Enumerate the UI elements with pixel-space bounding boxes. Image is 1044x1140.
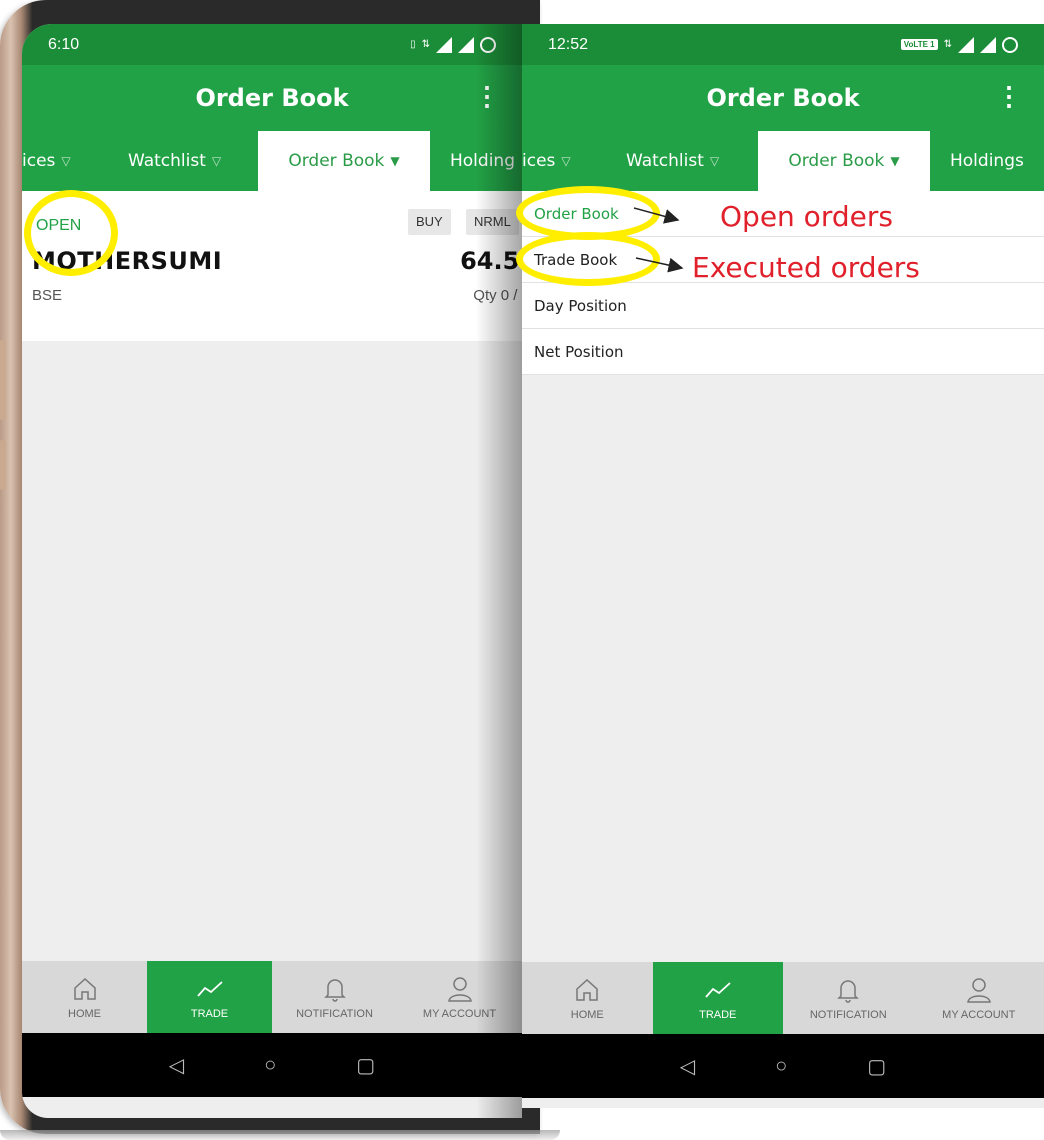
bottom-nav: HOME TRADE NOTIFICATION MY ACCOUNT	[522, 962, 1044, 1034]
home-icon	[72, 974, 98, 1004]
signal-icon	[980, 37, 996, 53]
app-bar: Order Book ⋮	[22, 65, 522, 131]
nav-label: HOME	[68, 1008, 101, 1020]
tab-label: ices	[22, 151, 55, 171]
more-vert-icon[interactable]: ⋮	[996, 81, 1022, 112]
nav-my-account[interactable]: MY ACCOUNT	[914, 962, 1044, 1034]
nav-label: NOTIFICATION	[296, 1008, 373, 1020]
tab-label: Order Book	[288, 151, 384, 171]
home-circle-icon[interactable]: ○	[264, 1054, 276, 1077]
trade-chart-icon	[704, 975, 732, 1005]
triangle-down-icon: ▽	[710, 154, 719, 168]
home-circle-icon[interactable]: ○	[775, 1055, 787, 1078]
dropdown-item-net-position[interactable]: Net Position	[522, 329, 1044, 375]
nav-notification[interactable]: NOTIFICATION	[272, 961, 397, 1033]
nav-label: MY ACCOUNT	[942, 1009, 1015, 1021]
tab-prices[interactable]: ices ▽	[22, 131, 71, 191]
more-vert-icon[interactable]: ⋮	[474, 81, 500, 112]
tab-holdings[interactable]: Holdings	[950, 131, 1024, 191]
status-time: 12:52	[548, 36, 901, 54]
status-icons: ▯ ⇅	[410, 37, 496, 53]
tab-watchlist[interactable]: Watchlist ▽	[626, 131, 719, 191]
tab-label: Holding	[450, 151, 515, 171]
back-icon[interactable]: ◁	[169, 1053, 184, 1078]
nav-label: TRADE	[191, 1008, 228, 1020]
highlight-ring-trade-book	[516, 232, 660, 286]
side-button	[0, 440, 6, 490]
side-button	[0, 340, 6, 420]
nav-home[interactable]: HOME	[522, 962, 653, 1034]
triangle-down-icon: ▽	[61, 154, 70, 168]
signal-icon	[458, 37, 474, 53]
triangle-down-icon: ▼	[390, 154, 399, 168]
recents-icon[interactable]: ▢	[356, 1053, 375, 1078]
system-nav-bar: ◁ ○ ▢	[522, 1034, 1044, 1098]
app-title: Order Book	[706, 84, 859, 112]
tab-bar: ices ▽ Watchlist ▽ Order Book ▼ Holding	[22, 131, 522, 191]
nav-trade[interactable]: TRADE	[653, 962, 784, 1034]
status-bar: 6:10 ▯ ⇅	[22, 24, 522, 65]
trade-chart-icon	[196, 974, 224, 1004]
executed-orders-label: Executed orders	[692, 251, 920, 284]
recents-icon[interactable]: ▢	[867, 1054, 886, 1079]
highlight-ring-open-status	[24, 190, 118, 276]
status-icons: VoLTE 1 ⇅	[901, 37, 1018, 53]
dropdown-item-day-position[interactable]: Day Position	[522, 283, 1044, 329]
user-icon	[447, 974, 473, 1004]
nav-home[interactable]: HOME	[22, 961, 147, 1033]
data-arrows-icon: ⇅	[422, 39, 430, 50]
tab-order-book[interactable]: Order Book ▼	[258, 131, 430, 191]
home-icon	[574, 975, 600, 1005]
tab-order-book[interactable]: Order Book ▼	[758, 131, 930, 191]
signal-icon	[436, 37, 452, 53]
battery-icon	[480, 37, 496, 53]
tab-bar: ices ▽ Watchlist ▽ Order Book ▼ Holdings	[522, 131, 1044, 191]
app-title: Order Book	[195, 84, 348, 112]
signal-icon	[958, 37, 974, 53]
app-bar: Order Book ⋮	[522, 65, 1044, 131]
bell-icon	[323, 974, 347, 1004]
left-phone-screen: 6:10 ▯ ⇅ Order Book ⋮ ices ▽ Watchlist ▽ O…	[22, 24, 522, 1118]
order-exchange: BSE	[32, 287, 62, 304]
tab-label: Order Book	[788, 151, 884, 171]
tab-label: Watchlist	[626, 151, 704, 171]
status-bar: 12:52 VoLTE 1 ⇅	[522, 24, 1044, 65]
order-qty: Qty 0 / 1	[473, 287, 522, 304]
triangle-down-icon: ▽	[212, 154, 221, 168]
nav-trade[interactable]: TRADE	[147, 961, 272, 1033]
triangle-down-icon: ▽	[561, 154, 570, 168]
triangle-down-icon: ▼	[890, 154, 899, 168]
tab-label: Watchlist	[128, 151, 206, 171]
system-nav-bar: ◁ ○ ▢	[22, 1033, 522, 1097]
tab-prices[interactable]: ices ▽	[522, 131, 571, 191]
battery-icon	[1002, 37, 1018, 53]
nav-my-account[interactable]: MY ACCOUNT	[397, 961, 522, 1033]
tab-label: Holdings	[950, 151, 1024, 171]
nav-label: TRADE	[699, 1009, 736, 1021]
volte-badge: VoLTE 1	[901, 39, 938, 50]
order-price: 64.55	[460, 247, 522, 275]
data-arrows-icon: ⇅	[944, 39, 952, 50]
side-chip: BUY	[408, 209, 451, 235]
back-icon[interactable]: ◁	[680, 1054, 695, 1079]
composite-screenshot: 6:10 ▯ ⇅ Order Book ⋮ ices ▽ Watchlist ▽ O…	[0, 0, 1044, 1139]
status-time: 6:10	[48, 36, 410, 54]
nav-label: NOTIFICATION	[810, 1009, 887, 1021]
vibrate-icon: ▯	[410, 39, 416, 50]
tab-label: ices	[522, 151, 555, 171]
tab-holdings[interactable]: Holding	[450, 131, 515, 191]
user-icon	[966, 975, 992, 1005]
bottom-nav: HOME TRADE NOTIFICATION MY ACCOUNT	[22, 961, 522, 1033]
product-chip: NRML	[466, 209, 519, 235]
nav-notification[interactable]: NOTIFICATION	[783, 962, 914, 1034]
nav-label: MY ACCOUNT	[423, 1008, 496, 1020]
nav-label: HOME	[571, 1009, 604, 1021]
bell-icon	[836, 975, 860, 1005]
tab-watchlist[interactable]: Watchlist ▽	[128, 131, 221, 191]
open-orders-label: Open orders	[720, 200, 893, 233]
